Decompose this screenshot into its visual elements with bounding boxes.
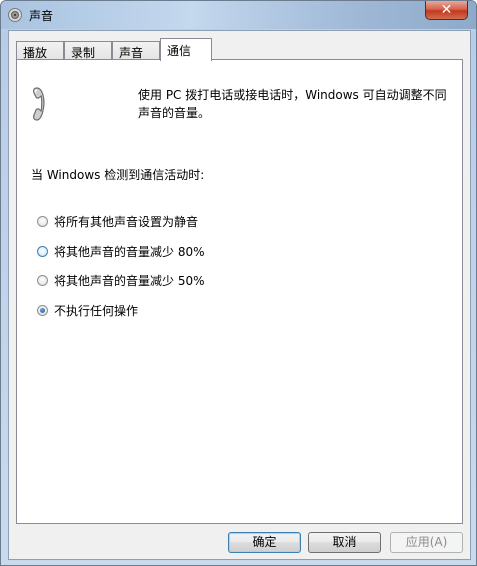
option-reduce-50[interactable]: 将其他声音的音量减少 50% xyxy=(37,272,205,288)
option-reduce-50-label: 将其他声音的音量减少 50% xyxy=(54,273,205,288)
sound-dialog: 声音 ✕ 播放 录制 声音 通信 使用 PC 拨打电话或接电话时，Windows… xyxy=(0,0,477,566)
communications-panel: 使用 PC 拨打电话或接电话时，Windows 可自动调整不同声音的音量。 当 … xyxy=(16,59,463,524)
window-title: 声音 xyxy=(29,9,54,23)
option-do-nothing-label: 不执行任何操作 xyxy=(54,303,139,318)
option-reduce-80[interactable]: 将其他声音的音量减少 80% xyxy=(37,243,205,259)
ok-button[interactable]: 确定 xyxy=(228,532,301,553)
dialog-client-area: 播放 录制 声音 通信 使用 PC 拨打电话或接电话时，Windows 可自动调… xyxy=(8,30,471,560)
radio-do-nothing[interactable] xyxy=(37,304,48,316)
option-mute-all[interactable]: 将所有其他声音设置为静音 xyxy=(37,213,198,229)
tab-sounds[interactable]: 声音 xyxy=(112,41,160,61)
close-button[interactable]: ✕ xyxy=(425,1,468,20)
apply-button[interactable]: 应用(A) xyxy=(390,532,463,553)
activity-prompt: 当 Windows 检测到通信活动时: xyxy=(31,168,205,182)
tab-playback[interactable]: 播放 xyxy=(16,41,64,61)
close-icon: ✕ xyxy=(440,2,453,18)
option-do-nothing[interactable]: 不执行任何操作 xyxy=(37,302,138,318)
cancel-button[interactable]: 取消 xyxy=(308,532,381,553)
option-mute-all-label: 将所有其他声音设置为静音 xyxy=(54,214,199,229)
radio-reduce-80[interactable] xyxy=(37,245,48,257)
speaker-icon xyxy=(8,8,22,22)
title-bar[interactable]: 声音 ✕ xyxy=(1,1,476,29)
radio-reduce-50[interactable] xyxy=(37,274,48,286)
communications-description: 使用 PC 拨打电话或接电话时，Windows 可自动调整不同声音的音量。 xyxy=(138,88,447,120)
radio-mute-all[interactable] xyxy=(37,215,48,227)
tab-communications[interactable]: 通信 xyxy=(160,38,212,61)
tab-recording[interactable]: 录制 xyxy=(64,41,112,61)
option-reduce-80-label: 将其他声音的音量减少 80% xyxy=(54,244,205,259)
telephone-handset-icon xyxy=(33,87,45,121)
